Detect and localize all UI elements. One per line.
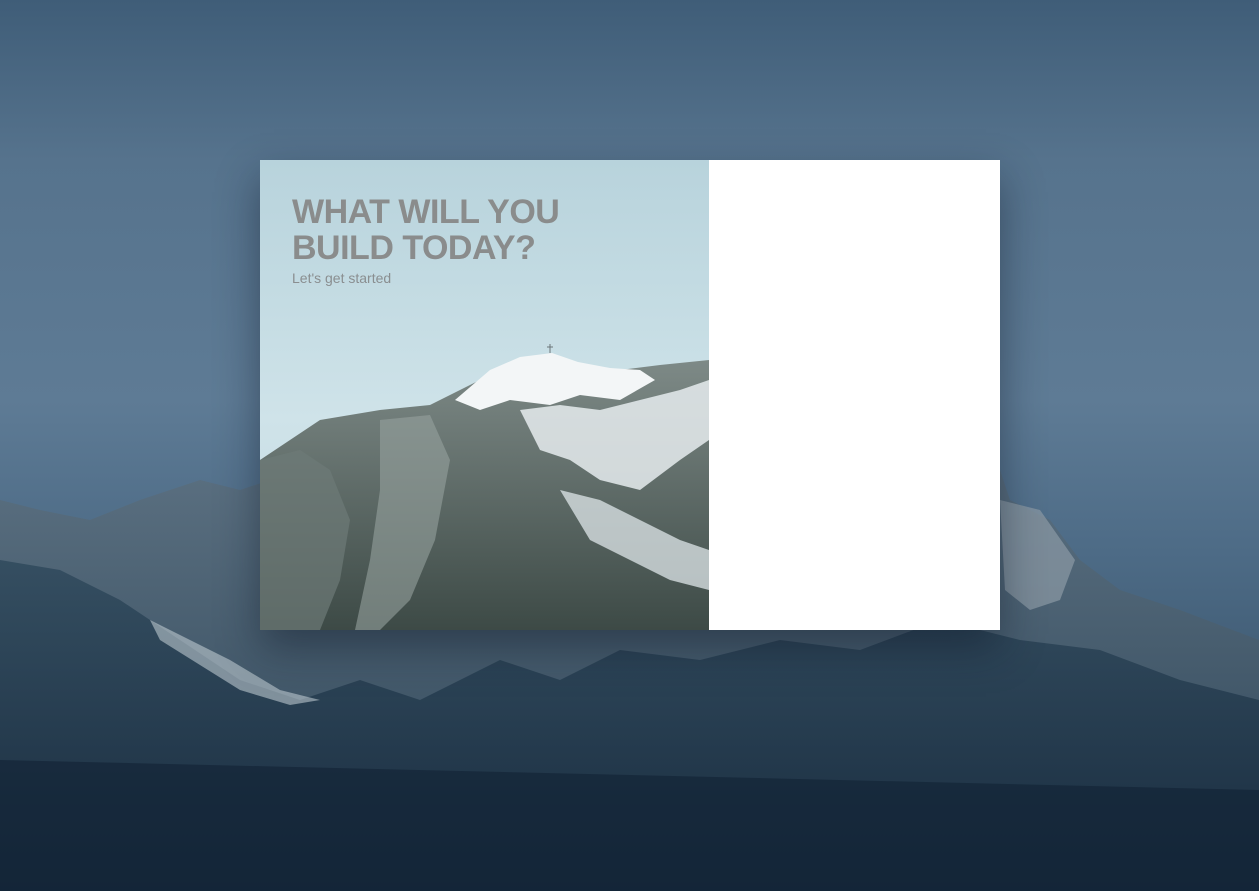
welcome-card: WHAT WILL YOU BUILD TODAY? Let's get sta… <box>260 160 1000 630</box>
card-hero-image: WHAT WILL YOU BUILD TODAY? Let's get sta… <box>260 160 709 630</box>
headline-line-1: WHAT WILL YOU <box>292 193 560 231</box>
headline-line-2: BUILD TODAY? <box>292 229 536 267</box>
card-content-panel <box>709 160 1000 630</box>
subheadline: Let's get started <box>292 270 392 286</box>
headline: WHAT WILL YOU BUILD TODAY? <box>292 194 672 266</box>
